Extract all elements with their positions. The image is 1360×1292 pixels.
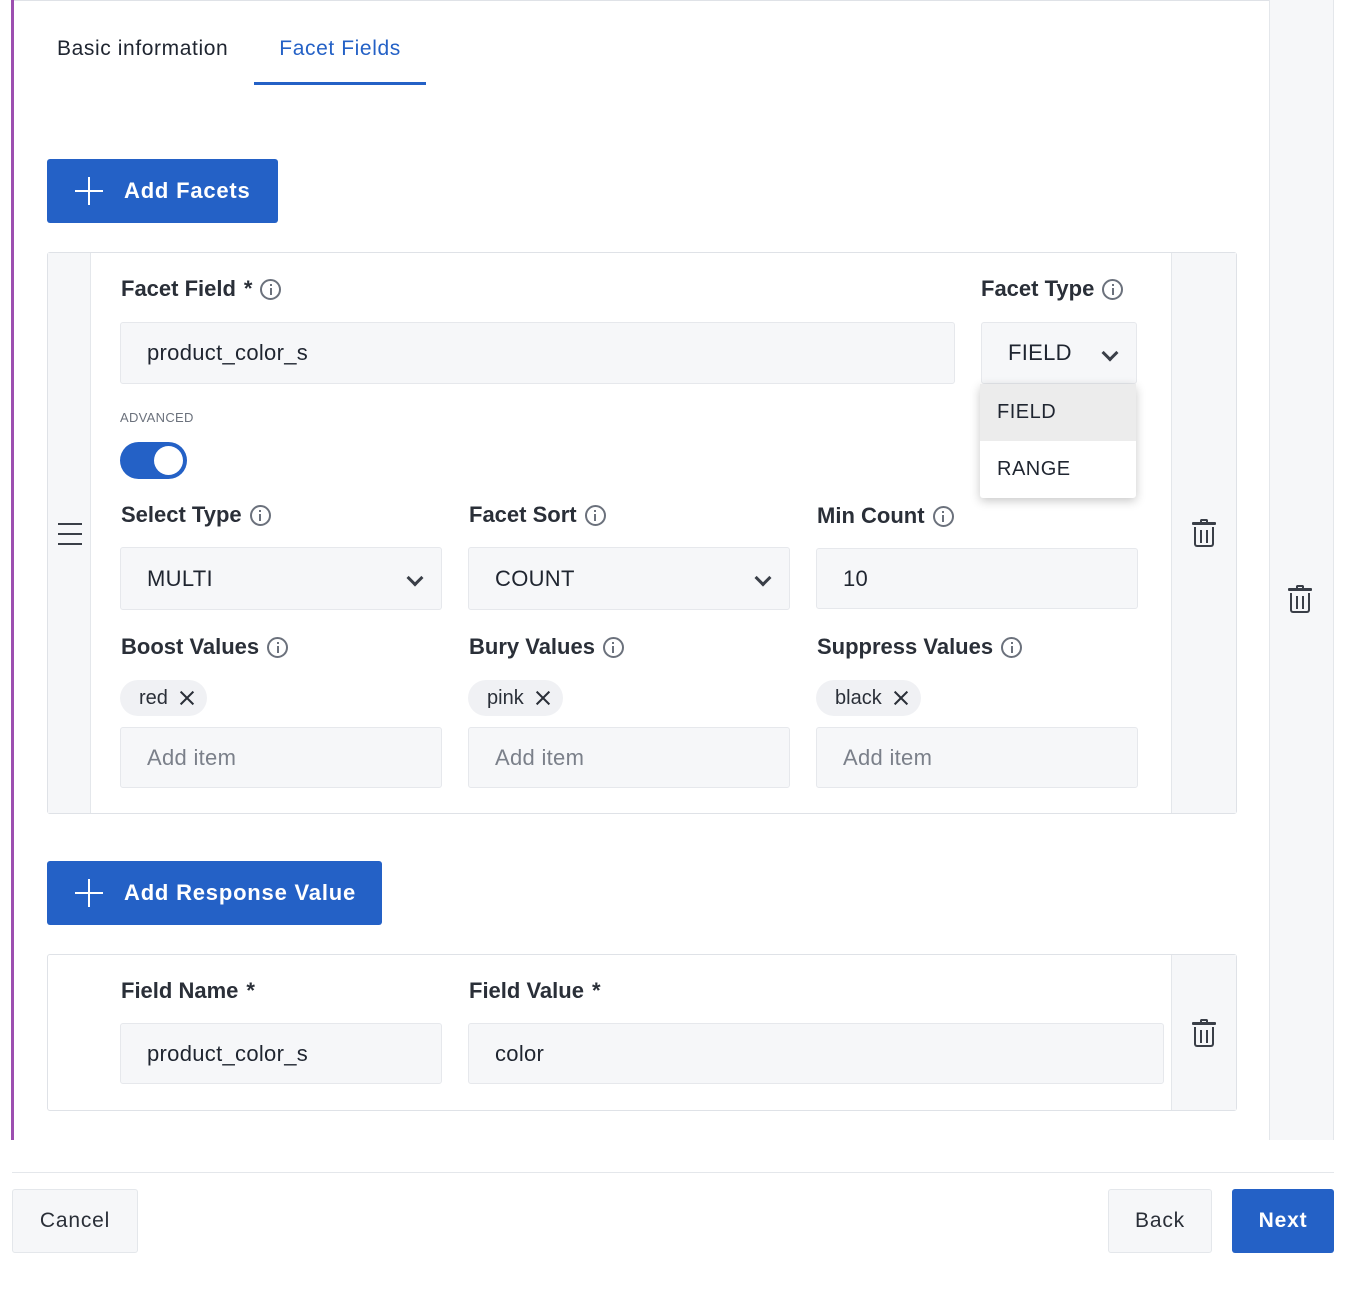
- field-value-input[interactable]: color: [468, 1023, 1164, 1084]
- boost-values-label: Boost Values: [121, 634, 289, 660]
- menu-item-field[interactable]: FIELD: [980, 384, 1136, 441]
- drag-handle-column: [48, 253, 91, 813]
- suppress-add-item-input[interactable]: Add item: [816, 727, 1138, 788]
- select-type-value: MULTI: [147, 565, 213, 591]
- left-accent-border: [11, 0, 14, 1140]
- delete-column: [1171, 253, 1236, 813]
- cancel-button[interactable]: Cancel: [12, 1189, 138, 1253]
- advanced-toggle[interactable]: [120, 442, 187, 479]
- add-facets-button[interactable]: Add Facets: [47, 159, 278, 223]
- delete-facet-icon[interactable]: [1192, 519, 1216, 547]
- field-name-input[interactable]: product_color_s: [120, 1023, 442, 1084]
- tab-bar: Basic information Facet Fields: [40, 28, 426, 86]
- tab-facet-fields[interactable]: Facet Fields: [254, 28, 426, 85]
- select-type-label: Select Type: [121, 502, 271, 528]
- facet-sort-label: Facet Sort: [469, 502, 606, 528]
- facet-type-label: Facet Type: [981, 276, 1124, 302]
- info-icon[interactable]: [584, 504, 606, 526]
- toggle-knob: [154, 446, 183, 475]
- field-name-label: Field Name *: [121, 978, 255, 1003]
- add-response-value-label: Add Response Value: [124, 880, 357, 905]
- facet-sort-value: COUNT: [495, 565, 575, 591]
- plus-icon: [75, 177, 103, 205]
- menu-item-range[interactable]: RANGE: [980, 441, 1136, 498]
- suppress-chip: black: [816, 680, 921, 716]
- facet-field-label: Facet Field *: [121, 276, 282, 302]
- chevron-down-icon: [1101, 344, 1119, 362]
- suppress-values-label: Suppress Values: [817, 634, 1023, 660]
- footer-divider: [12, 1172, 1334, 1173]
- facet-type-dropdown-menu: FIELD RANGE: [980, 384, 1136, 498]
- boost-add-item-input[interactable]: Add item: [120, 727, 442, 788]
- facet-sort-select[interactable]: COUNT: [468, 547, 790, 610]
- back-button[interactable]: Back: [1108, 1189, 1212, 1253]
- bury-values-label: Bury Values: [469, 634, 624, 660]
- bury-chip: pink: [468, 680, 563, 716]
- facet-type-value: FIELD: [1008, 340, 1072, 365]
- bury-add-item-input[interactable]: Add item: [468, 727, 790, 788]
- advanced-label: ADVANCED: [120, 410, 194, 425]
- info-icon[interactable]: [267, 636, 289, 658]
- plus-icon: [75, 879, 103, 907]
- field-value-label: Field Value *: [469, 978, 601, 1003]
- facet-field-input[interactable]: product_color_s: [120, 322, 955, 384]
- info-icon[interactable]: [932, 505, 954, 527]
- boost-chip: red: [120, 680, 207, 716]
- info-icon[interactable]: [602, 636, 624, 658]
- add-facets-label: Add Facets: [124, 178, 251, 203]
- tab-basic-information[interactable]: Basic information: [40, 28, 245, 85]
- info-icon[interactable]: [249, 504, 271, 526]
- delete-response-value-icon[interactable]: [1192, 1019, 1216, 1047]
- info-icon[interactable]: [1102, 278, 1124, 300]
- info-icon[interactable]: [260, 278, 282, 300]
- remove-chip-icon[interactable]: [893, 690, 909, 706]
- remove-chip-icon[interactable]: [179, 690, 195, 706]
- chevron-down-icon: [754, 569, 772, 587]
- chevron-down-icon: [406, 569, 424, 587]
- rail-delete-icon[interactable]: [1288, 585, 1312, 613]
- facet-type-select[interactable]: FIELD: [981, 322, 1137, 384]
- next-button[interactable]: Next: [1232, 1189, 1334, 1253]
- remove-chip-icon[interactable]: [535, 690, 551, 706]
- right-rail: [1269, 0, 1334, 1140]
- delete-column: [1171, 955, 1236, 1110]
- add-response-value-button[interactable]: Add Response Value: [47, 861, 382, 925]
- min-count-label: Min Count: [817, 503, 954, 529]
- info-icon[interactable]: [1001, 636, 1023, 658]
- drag-handle-icon[interactable]: [58, 523, 82, 545]
- top-border: [14, 0, 1334, 1]
- select-type-select[interactable]: MULTI: [120, 547, 442, 610]
- min-count-input[interactable]: 10: [816, 548, 1138, 609]
